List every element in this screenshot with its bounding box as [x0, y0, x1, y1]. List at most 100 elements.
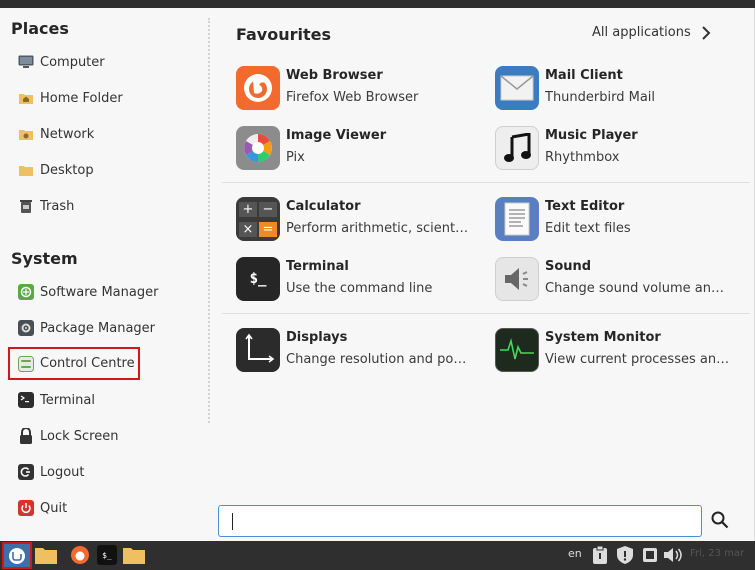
displays-icon — [236, 328, 280, 372]
app-description: Use the command line — [286, 280, 433, 296]
keyboard-layout-indicator[interactable]: en — [568, 547, 582, 560]
app-image-viewer[interactable]: Image Viewer Pix — [236, 123, 486, 173]
volume-icon — [664, 548, 682, 562]
app-music-player[interactable]: Music Player Rhythmbox — [495, 123, 745, 173]
system-item-quit[interactable]: Quit — [10, 494, 200, 522]
places-item-trash[interactable]: Trash — [10, 192, 200, 220]
app-description: Edit text files — [545, 220, 631, 236]
menu-button[interactable] — [2, 542, 32, 569]
app-web-browser[interactable]: Web Browser Firefox Web Browser — [236, 63, 486, 113]
firefox-icon — [236, 66, 280, 110]
home-folder-icon — [18, 90, 34, 106]
places-item-desktop[interactable]: Desktop — [10, 156, 200, 184]
app-name: System Monitor — [545, 329, 661, 345]
search-input[interactable] — [218, 505, 702, 537]
app-text-editor[interactable]: Text Editor Edit text files — [495, 194, 745, 244]
system-heading: System — [11, 249, 78, 268]
text-caret — [232, 513, 233, 530]
app-mail-client[interactable]: Mail Client Thunderbird Mail — [495, 63, 745, 113]
shield-icon — [617, 546, 633, 564]
app-name: Image Viewer — [286, 127, 387, 143]
clipboard-icon — [593, 546, 607, 564]
app-sound[interactable]: Sound Change sound volume and sound even… — [495, 254, 745, 304]
clipboard-applet[interactable] — [590, 543, 610, 567]
desktop-folder-icon — [18, 162, 34, 178]
image-viewer-icon — [236, 126, 280, 170]
mint-logo-icon — [9, 547, 25, 564]
separator — [222, 182, 750, 183]
terminal-icon: $_ — [236, 257, 280, 301]
system-item-label: Software Manager — [40, 284, 159, 300]
column-divider — [208, 18, 210, 423]
app-description: Pix — [286, 149, 305, 165]
all-applications-button[interactable]: All applications — [592, 25, 711, 40]
volume-applet[interactable] — [662, 543, 684, 567]
desktop-background — [0, 0, 755, 8]
firefox-icon — [71, 546, 89, 564]
system-item-label: Terminal — [40, 392, 95, 408]
system-item-control-centre[interactable]: Control Centre — [8, 347, 140, 380]
system-monitor-icon — [495, 328, 539, 372]
terminal-icon — [18, 392, 34, 408]
app-calculator[interactable]: + − × = Calculator Perform arithmetic, s… — [236, 194, 486, 244]
app-name: Web Browser — [286, 67, 383, 83]
application-menu: Places Computer Home Folder Network Desk… — [0, 8, 755, 541]
folder-icon — [35, 548, 57, 564]
app-name: Mail Client — [545, 67, 623, 83]
app-name: Terminal — [286, 258, 349, 274]
package-manager-icon — [18, 320, 34, 336]
system-item-label: Lock Screen — [40, 428, 119, 444]
taskbar-folder-button[interactable] — [122, 543, 146, 567]
places-item-computer[interactable]: Computer — [10, 48, 200, 76]
system-item-label: Package Manager — [40, 320, 156, 336]
app-name: Calculator — [286, 198, 361, 214]
app-name: Sound — [545, 258, 592, 274]
app-description: View current processes and monitor syste… — [545, 351, 730, 367]
places-item-label: Home Folder — [40, 90, 123, 106]
system-item-package-manager[interactable]: Package Manager — [10, 314, 200, 342]
logout-icon — [18, 464, 34, 480]
calculator-icon: + − × = — [236, 197, 280, 241]
places-item-home-folder[interactable]: Home Folder — [10, 84, 200, 112]
terminal-icon: $_ — [97, 545, 117, 565]
computer-icon — [18, 54, 34, 70]
network-applet[interactable] — [640, 543, 660, 567]
system-item-software-manager[interactable]: Software Manager — [10, 278, 200, 306]
system-item-terminal[interactable]: Terminal — [10, 386, 200, 414]
app-name: Music Player — [545, 127, 638, 143]
app-system-monitor[interactable]: System Monitor View current processes an… — [495, 325, 745, 375]
app-terminal[interactable]: $_ Terminal Use the command line — [236, 254, 486, 304]
app-description: Thunderbird Mail — [545, 89, 656, 105]
app-description: Change resolution and position of monito… — [286, 351, 471, 367]
chevron-right-icon — [702, 25, 711, 40]
taskbar-terminal-button[interactable]: $_ — [96, 543, 118, 567]
app-displays[interactable]: Displays Change resolution and position … — [236, 325, 486, 375]
folder-icon — [123, 548, 145, 564]
software-manager-icon — [18, 284, 34, 300]
music-icon — [495, 126, 539, 170]
clock[interactable]: Fri, 23 mar — [690, 548, 744, 559]
places-item-network[interactable]: Network — [10, 120, 200, 148]
system-item-label: Logout — [40, 464, 85, 480]
network-icon — [643, 548, 657, 562]
text-editor-icon — [495, 197, 539, 241]
system-item-label: Quit — [40, 500, 68, 516]
taskbar: $_ en Fri, 23 mar — [0, 541, 755, 570]
separator — [222, 313, 750, 314]
app-name: Displays — [286, 329, 348, 345]
update-manager-applet[interactable] — [614, 543, 636, 567]
app-description: Firefox Web Browser — [286, 89, 419, 105]
places-item-label: Network — [40, 126, 95, 142]
search-icon[interactable] — [711, 511, 729, 529]
app-name: Text Editor — [545, 198, 625, 214]
places-item-label: Desktop — [40, 162, 94, 178]
system-item-logout[interactable]: Logout — [10, 458, 200, 486]
taskbar-firefox-button[interactable] — [68, 543, 92, 567]
trash-icon — [18, 198, 34, 214]
places-item-label: Trash — [40, 198, 75, 214]
system-item-lock-screen[interactable]: Lock Screen — [10, 422, 200, 450]
taskbar-files-button[interactable] — [34, 543, 58, 567]
left-panel: Places Computer Home Folder Network Desk… — [0, 8, 208, 541]
app-description: Rhythmbox — [545, 149, 620, 165]
favourites-heading: Favourites — [236, 25, 331, 44]
